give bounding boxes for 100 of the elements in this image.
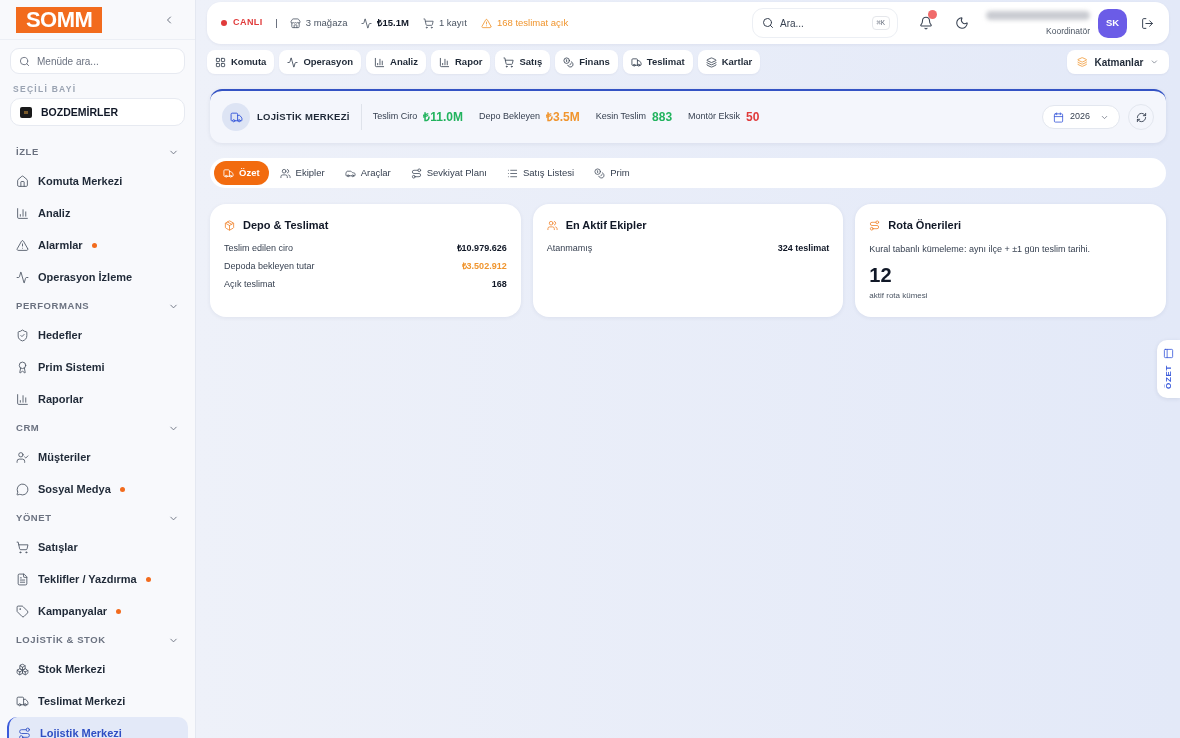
status-stat: 168 teslimat açık	[496, 15, 569, 30]
tab[interactable]: Ekipler	[270, 161, 334, 185]
section-header[interactable]: YÖNET	[7, 505, 188, 531]
chat-bubble-icon	[16, 482, 29, 496]
menu-search-field[interactable]: Menüde ara...	[10, 48, 185, 74]
tab[interactable]: Prim	[585, 161, 639, 185]
route-icon	[410, 167, 422, 179]
sidebar-item[interactable]: Raporlar	[7, 383, 188, 415]
bar-chart-icon	[439, 56, 450, 68]
sidebar-item[interactable]: Hedefler	[7, 319, 188, 351]
tab[interactable]: Araçlar	[335, 161, 400, 185]
sidebar-item[interactable]: Alarmlar	[7, 229, 188, 261]
sidebar-item[interactable]: Teklifler / Yazdırma	[7, 563, 188, 595]
user-avatar[interactable]: SK	[1098, 8, 1127, 38]
section-header[interactable]: İZLE	[7, 139, 188, 165]
card-title: Rota Önerileri	[888, 218, 962, 233]
sidebar-item[interactable]: Operasyon İzleme	[7, 261, 188, 293]
sidebar-item[interactable]: Satışlar	[7, 531, 188, 563]
home-icon	[16, 174, 29, 188]
list-icon	[506, 167, 518, 179]
cart-icon	[16, 540, 29, 554]
cart-icon	[503, 56, 515, 68]
section-label: SEÇİLİ BAYİ	[13, 84, 77, 94]
dealer-selector[interactable]: BOZDEMİRLER	[10, 98, 185, 126]
truck-icon	[16, 694, 29, 708]
section-header[interactable]: LOJİSTİK & STOK	[7, 627, 188, 653]
layers-icon	[705, 56, 717, 68]
live-label: CANLI	[233, 16, 263, 30]
search-icon	[19, 55, 30, 67]
moon-icon	[955, 16, 969, 30]
metric-caption: aktif rota kümesi	[869, 290, 928, 302]
shield-icon	[16, 328, 29, 342]
coins-icon	[594, 167, 606, 179]
year-select[interactable]: 2026	[1041, 105, 1120, 129]
dealer-name: BOZDEMİRLER	[41, 106, 118, 118]
logo: SOMM	[16, 6, 103, 33]
section-header[interactable]: PERFORMANS	[7, 293, 188, 319]
user-check-icon	[16, 450, 29, 464]
bar-chart-icon	[374, 56, 385, 68]
quick-nav-button[interactable]: Operasyon	[279, 50, 361, 74]
sidebar-item[interactable]: Kampanyalar	[7, 595, 188, 627]
side-panel-tab[interactable]: ÖZET	[1157, 340, 1180, 398]
refresh-button[interactable]	[1128, 104, 1154, 130]
sidebar-item[interactable]: Prim Sistemi	[7, 351, 188, 383]
users-icon	[279, 167, 291, 179]
route-icon	[18, 726, 31, 738]
tab[interactable]: Satış Listesi	[497, 161, 584, 185]
refresh-icon	[1135, 111, 1147, 123]
sidebar-item[interactable]: Sosyal Medya	[7, 473, 188, 505]
kpi-label: Teslim Ciro	[372, 110, 418, 124]
quick-nav-button[interactable]: Teslimat	[622, 50, 693, 74]
medal-icon	[16, 360, 29, 374]
users-icon	[546, 219, 558, 231]
card-title: Depo & Teslimat	[243, 218, 329, 233]
row-value: 324 teslimat	[777, 242, 830, 256]
quick-nav-button[interactable]: Finans	[555, 50, 618, 74]
quick-nav-button[interactable]: Rapor	[431, 50, 491, 74]
panel-icon	[1163, 348, 1174, 359]
row-label: Atanmamış	[546, 242, 593, 256]
card-title: En Aktif Ekipler	[565, 218, 647, 233]
kpi-value: 50	[746, 109, 760, 126]
store-icon	[289, 17, 301, 29]
quick-nav-button[interactable]: Analiz	[366, 50, 426, 74]
row-value: 168	[491, 278, 507, 292]
coins-icon	[563, 56, 575, 68]
search-icon	[762, 17, 774, 29]
section-header[interactable]: CRM	[7, 415, 188, 441]
sidebar-item[interactable]: Müşteriler	[7, 441, 188, 473]
kpi-label: Montör Eksik	[688, 110, 741, 124]
kpi-value: ₺11.0M	[423, 109, 463, 126]
document-icon	[16, 572, 29, 586]
tag-icon	[16, 604, 29, 618]
user-role: Koordinatör	[1046, 24, 1090, 38]
sidebar-item[interactable]: Komuta Merkezi	[7, 165, 188, 197]
warning-icon	[480, 17, 492, 29]
quick-nav-button[interactable]: Kartlar	[697, 50, 761, 74]
tab[interactable]: Sevkiyat Planı	[401, 161, 496, 185]
kpi-value: ₺3.5M	[546, 109, 580, 126]
pulse-icon	[16, 270, 29, 284]
layers-button[interactable]: Katmanlar	[1067, 50, 1169, 74]
chevron-down-icon	[1150, 57, 1159, 67]
quick-nav-button[interactable]: Satış	[495, 50, 551, 74]
status-stat: ₺15.1M	[377, 15, 409, 30]
sidebar-item[interactable]: Teslimat Merkezi	[7, 685, 188, 717]
row-label: Depoda bekleyen tutar	[224, 260, 315, 274]
dealer-logo-icon	[20, 106, 32, 118]
row-label: Teslim edilen ciro	[224, 242, 294, 256]
quick-nav-button[interactable]: Komuta	[207, 50, 275, 74]
sidebar-item[interactable]: Stok Merkezi	[7, 653, 188, 685]
pulse-icon	[287, 56, 299, 68]
row-value: ₺3.502.912	[461, 260, 507, 274]
bar-chart-icon	[16, 392, 29, 406]
warning-icon	[16, 238, 29, 252]
kpi-label: Depo Bekleyen	[478, 110, 540, 124]
metric-value: 12	[869, 264, 892, 286]
sidebar-item[interactable]: Analiz	[7, 197, 188, 229]
truck-icon	[630, 56, 642, 68]
kpi-label: Kesin Teslim	[595, 110, 647, 124]
box-icon	[224, 219, 235, 231]
cart-icon	[422, 17, 434, 29]
